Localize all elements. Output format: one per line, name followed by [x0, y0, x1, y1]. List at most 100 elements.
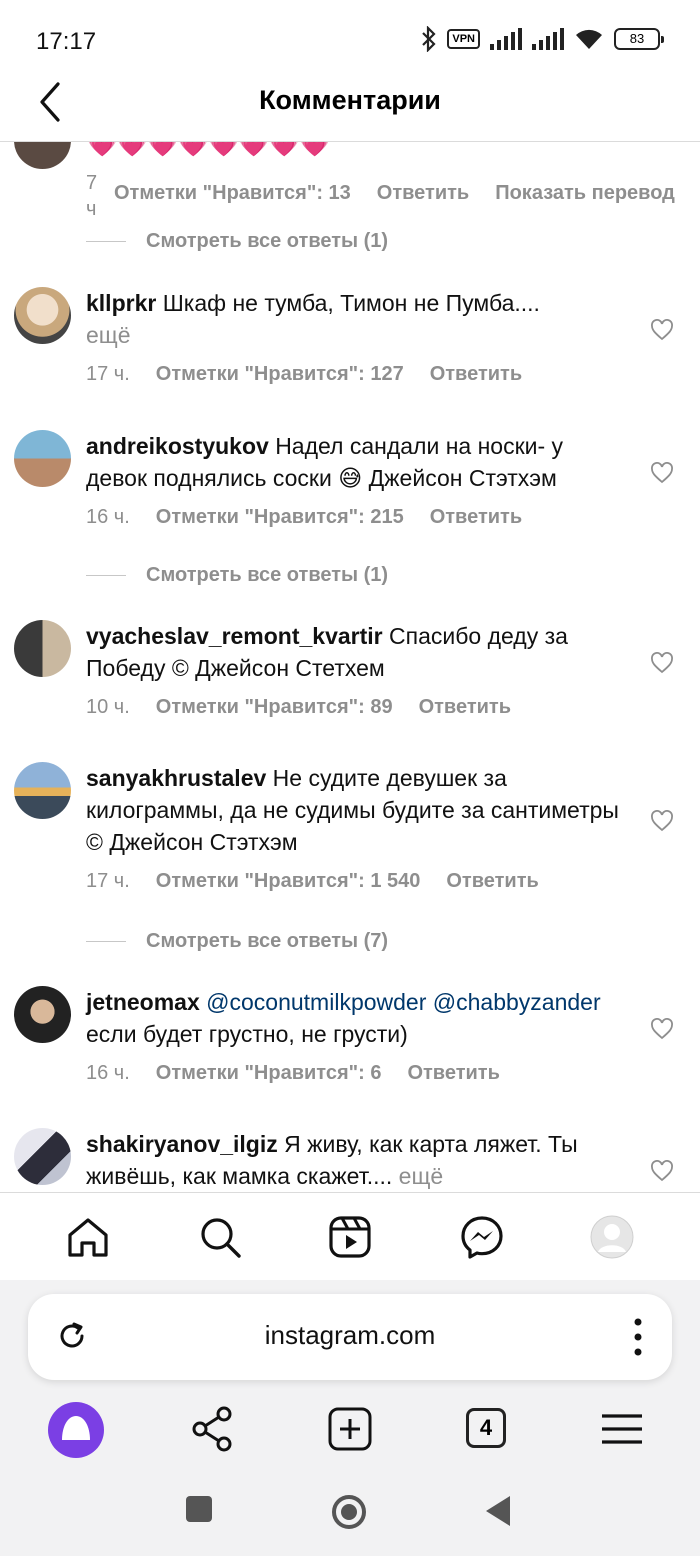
like-heart-icon[interactable] [650, 810, 674, 832]
signal-icon [490, 28, 522, 50]
comment-item: jetneomax @coconutmilkpowder @chabbyzand… [0, 986, 700, 1096]
comment-meta: 16 ч. Отметки "Нравится": 6 Ответить [86, 1062, 526, 1085]
divider [86, 575, 126, 577]
comment-text: sanyakhrustalev Не судите девушек за кил… [86, 762, 626, 858]
messenger-icon[interactable] [460, 1215, 504, 1259]
avatar[interactable] [14, 762, 71, 819]
recents-square-icon[interactable] [186, 1496, 212, 1522]
battery-indicator: 83 [614, 28, 664, 50]
more-link[interactable]: ещё [399, 1163, 444, 1189]
status-bar: 17:17 VPN 83 [0, 0, 700, 80]
comment-body: Шкаф не тумба, Тимон не Пумба.... [162, 290, 540, 316]
page-title: Комментарии [259, 85, 441, 115]
like-heart-icon[interactable] [650, 652, 674, 674]
home-circle-icon[interactable] [331, 1494, 367, 1530]
new-tab-icon[interactable] [326, 1404, 374, 1454]
likes-count[interactable]: Отметки "Нравится": 127 [156, 363, 404, 385]
avatar[interactable] [14, 620, 71, 677]
username[interactable]: kllprkr [86, 290, 156, 316]
comments-list[interactable]: 💗💗💗💗💗💗💗💗 7 ч Отметки "Нравится": 13 Ответ… [0, 142, 700, 1192]
reply-button[interactable]: Ответить [419, 696, 511, 718]
username[interactable]: vyacheslav_remont_kvartir [86, 623, 383, 649]
avatar[interactable] [14, 1128, 71, 1185]
status-icons: VPN 83 [421, 26, 664, 52]
view-replies-button[interactable]: Смотреть все ответы (7) [86, 930, 388, 953]
share-icon[interactable] [190, 1404, 234, 1454]
status-time: 17:17 [36, 28, 97, 55]
divider [86, 941, 126, 943]
comment-item: shakiryanov_ilgiz Я живу, как карта ляже… [0, 1128, 700, 1192]
alice-logo-icon [62, 1416, 90, 1440]
view-replies-label: Смотреть все ответы (1) [146, 230, 389, 252]
like-heart-icon[interactable] [650, 319, 674, 341]
bluetooth-icon [422, 26, 436, 52]
likes-count[interactable]: Отметки "Нравится": 6 [156, 1062, 382, 1084]
avatar[interactable] [14, 142, 71, 169]
view-replies-button[interactable]: Смотреть все ответы (1) [86, 564, 388, 587]
avatar[interactable] [14, 986, 71, 1043]
comment-meta: 17 ч. Отметки "Нравится": 1 540 Ответить [86, 870, 565, 893]
more-menu-icon[interactable] [634, 1318, 642, 1356]
show-translation-button[interactable]: Показать перевод [495, 182, 675, 204]
instagram-bottom-nav [0, 1192, 700, 1280]
avatar[interactable] [14, 430, 71, 487]
comment-time: 10 ч. [86, 696, 130, 718]
avatar[interactable] [14, 287, 71, 344]
wifi-icon [576, 29, 602, 49]
view-replies-label: Смотреть все ответы (7) [146, 930, 389, 952]
mention-link[interactable]: @chabbyzander [433, 989, 601, 1015]
comment-text: kllprkr Шкаф не тумба, Тимон не Пумба...… [86, 287, 626, 351]
reels-icon[interactable] [328, 1215, 372, 1259]
divider [86, 241, 126, 243]
comment-text: shakiryanov_ilgiz Я живу, как карта ляже… [86, 1128, 626, 1192]
hearts-emoji-row: 💗💗💗💗💗💗💗💗 [86, 142, 331, 158]
like-heart-icon[interactable] [650, 462, 674, 484]
likes-count[interactable]: Отметки "Нравится": 89 [156, 696, 393, 718]
comment-time: 16 ч. [86, 1062, 130, 1084]
comment-body: если будет грустно, не грусти) [86, 1021, 408, 1047]
comment-time: 17 ч. [86, 363, 130, 385]
like-heart-icon[interactable] [650, 1160, 674, 1182]
tabs-count-button[interactable]: 4 [466, 1408, 506, 1448]
reply-button[interactable]: Ответить [430, 506, 522, 528]
username[interactable]: andreikostyukov [86, 433, 269, 459]
comment-item: andreikostyukov Надел сандали на носки- … [0, 430, 700, 540]
comment-text: jetneomax @coconutmilkpowder @chabbyzand… [86, 986, 626, 1050]
comment-item: sanyakhrustalev Не судите девушек за кил… [0, 762, 700, 902]
reply-button[interactable]: Ответить [407, 1062, 499, 1084]
url-text[interactable]: instagram.com [28, 1320, 672, 1351]
comment-item: vyacheslav_remont_kvartir Спасибо деду з… [0, 620, 700, 730]
likes-count[interactable]: Отметки "Нравится": 215 [156, 506, 404, 528]
reply-button[interactable]: Ответить [446, 870, 538, 892]
reply-button[interactable]: Ответить [377, 182, 469, 204]
back-triangle-icon[interactable] [486, 1496, 512, 1526]
comment-item: kllprkr Шкаф не тумба, Тимон не Пумба...… [0, 287, 700, 397]
alice-assistant-icon[interactable] [48, 1402, 104, 1458]
mention-link[interactable]: @coconutmilkpowder [206, 989, 426, 1015]
search-icon[interactable] [198, 1215, 242, 1259]
likes-count[interactable]: Отметки "Нравится": 13 [114, 182, 351, 204]
comment-time: 7 ч [86, 172, 98, 220]
home-icon[interactable] [66, 1215, 110, 1259]
comment-meta: 16 ч. Отметки "Нравится": 215 Ответить [86, 506, 548, 529]
comment-time: 17 ч. [86, 870, 130, 892]
profile-avatar-icon[interactable] [590, 1215, 634, 1259]
comment-text: vyacheslav_remont_kvartir Спасибо деду з… [86, 620, 626, 684]
username[interactable]: sanyakhrustalev [86, 765, 266, 791]
reply-button[interactable]: Ответить [430, 363, 522, 385]
likes-count[interactable]: Отметки "Нравится": 1 540 [156, 870, 421, 892]
page-header: Комментарии [0, 80, 700, 142]
comment-meta: 17 ч. Отметки "Нравится": 127 Ответить [86, 363, 548, 386]
signal-icon-2 [532, 28, 564, 50]
hamburger-menu-icon[interactable] [600, 1404, 644, 1454]
browser-chrome: instagram.com 4 [0, 1280, 700, 1556]
comment-meta: 10 ч. Отметки "Нравится": 89 Ответить [86, 696, 537, 719]
comment-text: andreikostyukov Надел сандали на носки- … [86, 430, 626, 494]
username[interactable]: shakiryanov_ilgiz [86, 1131, 278, 1157]
username[interactable]: jetneomax [86, 989, 200, 1015]
like-heart-icon[interactable] [650, 1018, 674, 1040]
address-bar[interactable]: instagram.com [28, 1294, 672, 1380]
view-replies-button[interactable]: Смотреть все ответы (1) [86, 230, 388, 253]
more-link[interactable]: ещё [86, 322, 131, 348]
view-replies-label: Смотреть все ответы (1) [146, 564, 389, 586]
